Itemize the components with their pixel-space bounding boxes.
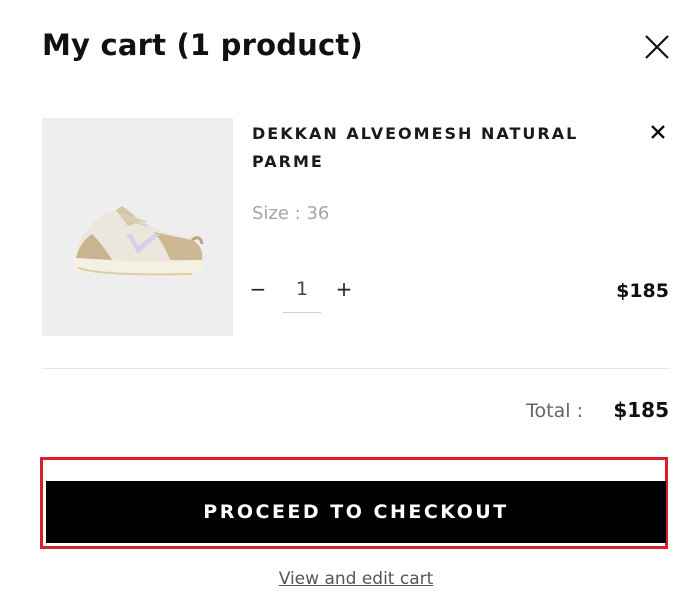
proceed-to-checkout-button[interactable]: PROCEED TO CHECKOUT bbox=[46, 481, 666, 543]
view-and-edit-cart-link[interactable]: View and edit cart bbox=[0, 569, 700, 589]
product-name[interactable]: DEKKAN ALVEOMESH NATURAL PARME bbox=[252, 120, 602, 176]
divider bbox=[42, 368, 670, 369]
quantity-decrease-button[interactable]: − bbox=[249, 277, 267, 301]
cart-title: My cart (1 product) bbox=[42, 28, 363, 62]
remove-item-button[interactable] bbox=[650, 124, 666, 140]
close-cart-button[interactable] bbox=[642, 32, 672, 62]
total-label: Total : bbox=[526, 400, 583, 422]
close-icon bbox=[645, 35, 669, 59]
quantity-field[interactable]: 1 bbox=[283, 274, 321, 313]
product-size: Size : 36 bbox=[252, 203, 330, 224]
item-price: $185 bbox=[616, 280, 669, 302]
sneaker-image bbox=[73, 206, 205, 278]
close-icon bbox=[651, 125, 665, 139]
quantity-increase-button[interactable]: + bbox=[335, 277, 353, 301]
product-image[interactable] bbox=[42, 118, 233, 336]
total-value: $185 bbox=[613, 398, 669, 422]
